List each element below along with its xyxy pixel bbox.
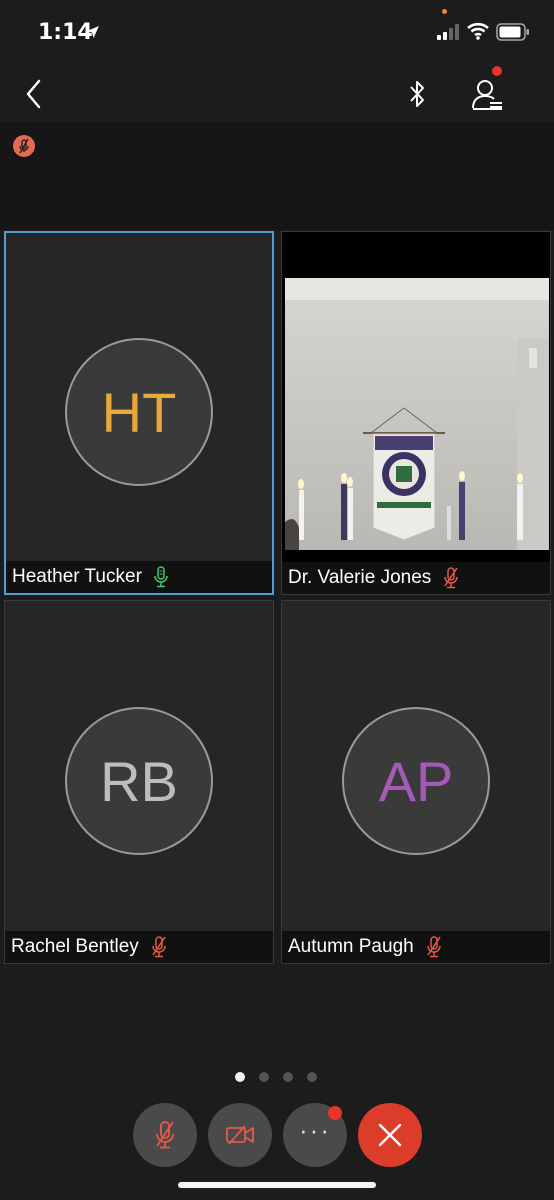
participant-tile-rachel-bentley[interactable]: RB Rachel Bentley <box>4 600 274 964</box>
participant-name: Heather Tucker <box>12 566 142 587</box>
video-toggle-button[interactable] <box>208 1103 272 1167</box>
avatar-initials: HT <box>101 380 177 444</box>
chevron-left-icon <box>26 79 41 109</box>
page-dot-1[interactable] <box>235 1072 245 1082</box>
video-feed <box>285 278 549 550</box>
more-notification-badge <box>328 1106 342 1120</box>
location-arrow-icon <box>86 25 100 44</box>
participant-tile-valerie-jones[interactable]: Dr. Valerie Jones <box>281 231 551 595</box>
name-bar: Dr. Valerie Jones <box>282 562 550 594</box>
microphone-muted-icon <box>151 936 167 958</box>
self-muted-indicator <box>13 135 35 157</box>
participant-tile-autumn-paugh[interactable]: AP Autumn Paugh <box>281 600 551 964</box>
microphone-muted-icon <box>443 567 459 589</box>
wifi-icon <box>467 22 489 45</box>
back-button[interactable] <box>22 78 48 110</box>
more-icon: ··· <box>299 1114 331 1145</box>
microphone-muted-icon <box>156 1121 174 1149</box>
participant-name: Rachel Bentley <box>11 936 139 957</box>
microphone-muted-icon <box>426 936 442 958</box>
page-dot-4[interactable] <box>307 1072 317 1082</box>
participant-tile-heather-tucker[interactable]: HT Heather Tucker <box>4 231 274 595</box>
recording-dot <box>442 9 447 14</box>
leave-meeting-button[interactable] <box>358 1103 422 1167</box>
microphone-active-icon <box>154 566 168 588</box>
avatar-initials: RB <box>100 749 178 813</box>
header-strip <box>0 122 554 230</box>
bluetooth-icon <box>410 81 424 107</box>
notification-badge <box>492 66 502 76</box>
mute-button[interactable] <box>133 1103 197 1167</box>
page-dot-2[interactable] <box>259 1072 269 1082</box>
page-indicator[interactable] <box>233 1072 323 1084</box>
avatar-initials: AP <box>378 749 454 813</box>
participants-button[interactable] <box>470 76 506 112</box>
avatar: HT <box>65 338 213 486</box>
name-bar: Rachel Bentley <box>5 931 273 963</box>
name-bar: Heather Tucker <box>6 561 272 593</box>
close-icon <box>378 1123 402 1147</box>
video-off-icon <box>226 1125 254 1145</box>
status-bar: 1:14 <box>0 0 554 66</box>
participant-name: Dr. Valerie Jones <box>288 567 432 588</box>
avatar: AP <box>342 707 490 855</box>
participants-list-icon <box>472 80 502 110</box>
avatar: RB <box>65 707 213 855</box>
page-dot-3[interactable] <box>283 1072 293 1082</box>
cellular-signal-icon <box>437 24 461 45</box>
meeting-screen: 1:14 HT Heather Tucker Dr. Valerie Jones… <box>0 0 554 1200</box>
nav-bar <box>0 66 554 122</box>
participant-name: Autumn Paugh <box>288 936 414 957</box>
microphone-muted-icon <box>19 138 29 154</box>
home-indicator[interactable] <box>178 1182 376 1188</box>
bluetooth-button[interactable] <box>404 78 430 110</box>
battery-icon <box>496 23 530 46</box>
name-bar: Autumn Paugh <box>282 931 550 963</box>
status-time: 1:14 <box>38 20 93 45</box>
